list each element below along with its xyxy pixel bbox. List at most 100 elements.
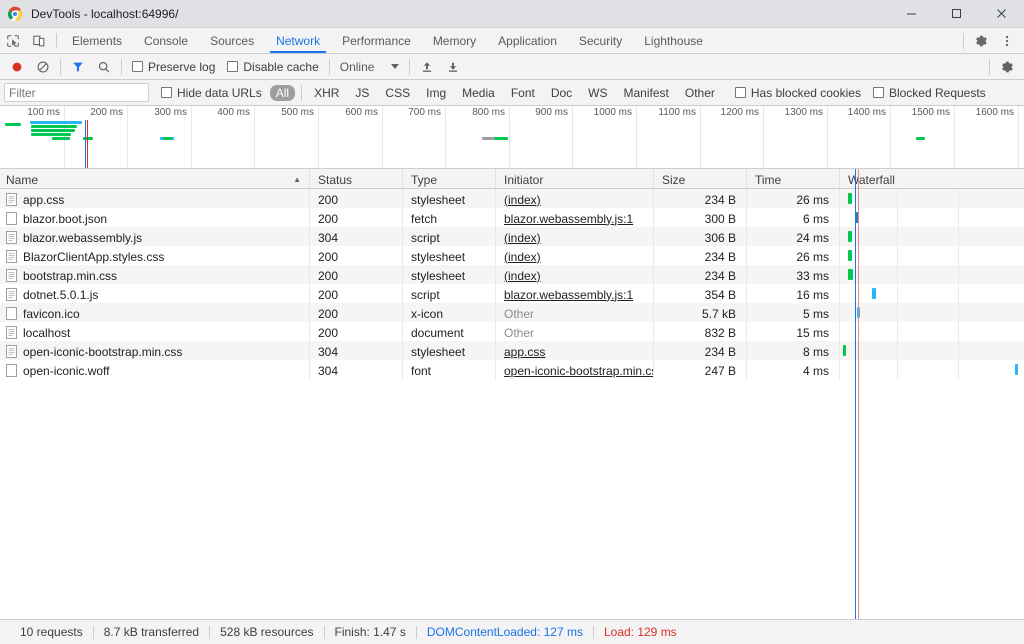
table-row[interactable]: blazor.boot.json200fetchblazor.webassemb…: [0, 208, 1024, 227]
initiator-text[interactable]: (index): [504, 269, 541, 283]
table-row[interactable]: bootstrap.min.css200stylesheet(index)234…: [0, 265, 1024, 284]
type-filter-doc[interactable]: Doc: [545, 85, 578, 101]
waterfall-bar: [1015, 364, 1018, 375]
clear-icon[interactable]: [30, 54, 56, 80]
minimize-icon[interactable]: [889, 0, 934, 28]
initiator-text[interactable]: (index): [504, 250, 541, 264]
cell-time: 26 ms: [747, 189, 840, 208]
cell-name: favicon.ico: [0, 303, 310, 322]
waterfall-bar: [872, 288, 876, 299]
column-header-size[interactable]: Size: [654, 169, 747, 188]
type-filter-media[interactable]: Media: [456, 85, 501, 101]
time-text: 8 ms: [803, 345, 829, 359]
export-har-icon[interactable]: [440, 54, 466, 80]
blocked-requests-checkbox[interactable]: Blocked Requests: [867, 86, 992, 100]
column-header-type[interactable]: Type: [403, 169, 496, 188]
overview-tick-label: 900 ms: [535, 107, 572, 118]
tab-application[interactable]: Application: [487, 28, 568, 53]
gear-icon[interactable]: [994, 54, 1020, 80]
cell-type: script: [403, 284, 496, 303]
tab-elements[interactable]: Elements: [61, 28, 133, 53]
tab-security[interactable]: Security: [568, 28, 633, 53]
type-filter-ws[interactable]: WS: [582, 85, 613, 101]
cell-initiator: blazor.webassembly.js:1: [496, 208, 654, 227]
table-row[interactable]: dotnet.5.0.1.js200scriptblazor.webassemb…: [0, 284, 1024, 303]
type-filter-font[interactable]: Font: [505, 85, 541, 101]
network-overview-timeline[interactable]: 100 ms200 ms300 ms400 ms500 ms600 ms700 …: [0, 106, 1024, 169]
type-filter-manifest[interactable]: Manifest: [618, 85, 675, 101]
status-text: 200: [318, 193, 338, 207]
tab-console[interactable]: Console: [133, 28, 199, 53]
checkbox-box: [227, 61, 238, 72]
status-text: 200: [318, 326, 338, 340]
status-text: 304: [318, 231, 338, 245]
table-row[interactable]: open-iconic-bootstrap.min.css304styleshe…: [0, 341, 1024, 360]
column-header-time[interactable]: Time: [747, 169, 840, 188]
initiator-text[interactable]: open-iconic-bootstrap.min.css: [504, 364, 654, 378]
gear-icon[interactable]: [968, 34, 994, 48]
checkbox-box: [132, 61, 143, 72]
cell-initiator: open-iconic-bootstrap.min.css: [496, 360, 654, 379]
tab-memory[interactable]: Memory: [422, 28, 487, 53]
throttling-dropdown[interactable]: Online: [334, 60, 406, 74]
size-text: 306 B: [705, 231, 736, 245]
filter-funnel-icon[interactable]: [65, 54, 91, 80]
type-filter-all[interactable]: All: [270, 85, 295, 101]
tab-label: Security: [579, 34, 622, 48]
maximize-icon[interactable]: [934, 0, 979, 28]
initiator-text[interactable]: (index): [504, 193, 541, 207]
waterfall-gridline: [897, 265, 898, 284]
column-header-status[interactable]: Status: [310, 169, 403, 188]
waterfall-bar: [848, 269, 853, 280]
cell-time: 16 ms: [747, 284, 840, 303]
column-header-initiator[interactable]: Initiator: [496, 169, 654, 188]
document-icon: [6, 326, 17, 339]
table-row[interactable]: app.css200stylesheet(index)234 B26 ms: [0, 189, 1024, 208]
cell-status: 304: [310, 360, 403, 379]
type-text: script: [411, 288, 440, 302]
column-header-name[interactable]: Name ▲: [0, 169, 310, 188]
overview-tick: [763, 106, 764, 168]
waterfall-bar: [856, 212, 859, 223]
has-blocked-cookies-label: Has blocked cookies: [751, 86, 861, 100]
import-har-icon[interactable]: [414, 54, 440, 80]
table-row[interactable]: open-iconic.woff304fontopen-iconic-boots…: [0, 360, 1024, 379]
tab-performance[interactable]: Performance: [331, 28, 422, 53]
type-filter-xhr[interactable]: XHR: [308, 85, 345, 101]
type-filter-img[interactable]: Img: [420, 85, 452, 101]
close-icon[interactable]: [979, 0, 1024, 28]
disable-cache-checkbox[interactable]: Disable cache: [221, 60, 324, 74]
toolbar-divider-5: [989, 59, 990, 75]
device-toolbar-icon[interactable]: [26, 28, 52, 53]
preserve-log-checkbox[interactable]: Preserve log: [126, 60, 221, 74]
table-row[interactable]: blazor.webassembly.js304script(index)306…: [0, 227, 1024, 246]
tab-sources[interactable]: Sources: [199, 28, 265, 53]
window-title-bar: DevTools - localhost:64996/: [0, 0, 1024, 28]
has-blocked-cookies-checkbox[interactable]: Has blocked cookies: [729, 86, 867, 100]
type-filter-js[interactable]: JS: [349, 85, 375, 101]
table-row[interactable]: BlazorClientApp.styles.css200stylesheet(…: [0, 246, 1024, 265]
initiator-text[interactable]: blazor.webassembly.js:1: [504, 212, 633, 226]
table-row[interactable]: localhost200documentOther832 B15 ms: [0, 322, 1024, 341]
hide-data-urls-checkbox[interactable]: Hide data URLs: [155, 86, 268, 100]
filter-input[interactable]: [4, 83, 149, 102]
tab-network[interactable]: Network: [265, 28, 331, 53]
document-icon: [6, 288, 17, 301]
type-filter-other[interactable]: Other: [679, 85, 721, 101]
overview-tick: [127, 106, 128, 168]
search-icon[interactable]: [91, 54, 117, 80]
column-header-waterfall[interactable]: Waterfall: [840, 169, 1024, 188]
status-text: 304: [318, 345, 338, 359]
tab-lighthouse[interactable]: Lighthouse: [633, 28, 714, 53]
initiator-text[interactable]: (index): [504, 231, 541, 245]
initiator-text[interactable]: blazor.webassembly.js:1: [504, 288, 633, 302]
type-filter-css[interactable]: CSS: [379, 85, 416, 101]
record-icon[interactable]: [4, 54, 30, 80]
type-text: x-icon: [411, 307, 443, 321]
table-row[interactable]: favicon.ico200x-iconOther5.7 kB5 ms: [0, 303, 1024, 322]
type-text: script: [411, 231, 440, 245]
inspect-element-icon[interactable]: [0, 28, 26, 53]
overview-tick-label: 200 ms: [90, 107, 127, 118]
initiator-text[interactable]: app.css: [504, 345, 545, 359]
more-vertical-icon[interactable]: [994, 34, 1020, 48]
